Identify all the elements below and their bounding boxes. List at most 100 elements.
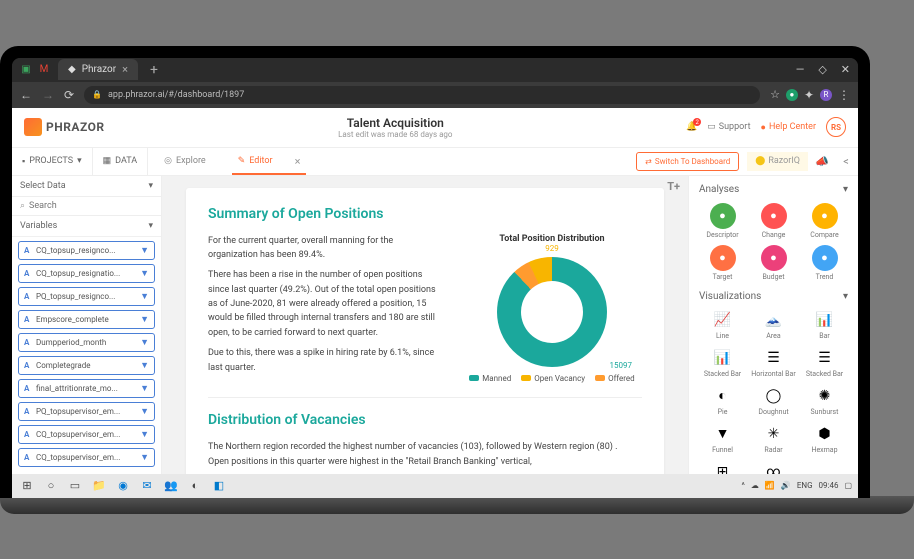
back-icon[interactable]: ←: [20, 88, 32, 102]
variables-header[interactable]: Variables▾: [12, 216, 161, 237]
variable-item[interactable]: ADumpperiod_month▼: [18, 333, 155, 352]
notifications-icon[interactable]: ▢: [844, 481, 852, 490]
filter-icon[interactable]: ▼: [140, 429, 149, 440]
viz-item[interactable]: ✳Radar: [750, 424, 797, 454]
viz-item[interactable]: ☰Stacked Bar: [801, 348, 848, 378]
language-indicator[interactable]: ENG: [797, 481, 813, 490]
tab-favicon: ◆: [68, 64, 76, 75]
task-view-icon[interactable]: ▭: [66, 477, 84, 495]
viz-item[interactable]: ▼Funnel: [699, 424, 746, 454]
razoriq-button[interactable]: ⬤ RazorIQ: [747, 152, 808, 171]
analysis-item[interactable]: ●Compare: [801, 203, 848, 239]
visualizations-header[interactable]: Visualizations▾: [699, 291, 848, 302]
extensions-icon[interactable]: ✦: [804, 88, 814, 102]
variable-item[interactable]: Afinal_attritionrate_mo...▼: [18, 379, 155, 398]
viz-item[interactable]: ⊞Table: [699, 462, 746, 474]
viz-item[interactable]: ☰Horizontal Bar: [750, 348, 797, 378]
announce-icon[interactable]: 📣: [810, 148, 834, 175]
avatar[interactable]: RS: [826, 117, 846, 137]
viz-icon: ◐: [711, 386, 735, 406]
analysis-item[interactable]: ●Change: [750, 203, 797, 239]
variable-item[interactable]: AEmpscore_complete▼: [18, 310, 155, 329]
help-center-link[interactable]: ● Help Center: [761, 122, 816, 133]
filter-icon[interactable]: ▼: [140, 383, 149, 394]
variable-item[interactable]: APQ_topsupervisor_em...▼: [18, 402, 155, 421]
viz-item[interactable]: 📈Line: [699, 310, 746, 340]
viz-item[interactable]: 📊Stacked Bar: [699, 348, 746, 378]
filter-icon[interactable]: ▼: [140, 360, 149, 371]
projects-menu[interactable]: ▪ PROJECTS ▾: [12, 148, 93, 175]
volume-icon[interactable]: 🔊: [781, 481, 791, 490]
viz-label: Stacked Bar: [806, 370, 843, 378]
variable-item[interactable]: APQ_topsup_resignco...▼: [18, 287, 155, 306]
left-panel: Select Data▾ ⌕ Variables▾ ACQ_topsup_res…: [12, 176, 162, 474]
url-input[interactable]: 🔒 app.phrazor.ai/#/dashboard/1897: [84, 86, 760, 104]
cloud-icon[interactable]: ☁: [751, 481, 759, 490]
analysis-icon: ●: [710, 203, 736, 229]
var-name: Empscore_complete: [36, 315, 136, 324]
forward-icon[interactable]: →: [42, 88, 54, 102]
explorer-icon[interactable]: 📁: [90, 477, 108, 495]
analysis-item[interactable]: ●Trend: [801, 245, 848, 281]
browser-tab[interactable]: ◆ Phrazor ×: [58, 59, 138, 80]
tab-editor[interactable]: ✎ Editor×: [222, 148, 317, 175]
profile-badge[interactable]: R: [820, 89, 832, 101]
filter-icon[interactable]: ▼: [140, 452, 149, 463]
variable-item[interactable]: ACQ_topsup_resignatio...▼: [18, 264, 155, 283]
tab-explore[interactable]: ◎ Explore: [148, 148, 222, 175]
search-taskbar-icon[interactable]: ○: [42, 477, 60, 495]
filter-icon[interactable]: ▼: [140, 406, 149, 417]
maximize-icon[interactable]: ◇: [818, 63, 826, 76]
filter-icon[interactable]: ▼: [140, 337, 149, 348]
viz-item[interactable]: ◯Doughnut: [750, 386, 797, 416]
share-icon[interactable]: <: [834, 148, 858, 175]
data-menu[interactable]: ▦ DATA: [93, 148, 149, 175]
analysis-item[interactable]: ●Budget: [750, 245, 797, 281]
variable-item[interactable]: ACompletegrade▼: [18, 356, 155, 375]
viz-item[interactable]: 📊Bar: [801, 310, 848, 340]
chrome-icon[interactable]: ◐: [186, 477, 204, 495]
analyses-header[interactable]: Analyses▾: [699, 184, 848, 195]
analysis-icon: ●: [761, 203, 787, 229]
variable-item[interactable]: ACQ_topsupervisor_em...▼: [18, 425, 155, 444]
teams-icon[interactable]: 👥: [162, 477, 180, 495]
viz-item[interactable]: ◐Pie: [699, 386, 746, 416]
analysis-item[interactable]: ●Target: [699, 245, 746, 281]
tray-chevron-icon[interactable]: ^: [742, 481, 745, 490]
close-window-icon[interactable]: ✕: [841, 63, 850, 76]
menu-icon[interactable]: ⋮: [838, 88, 850, 102]
filter-icon[interactable]: ▼: [140, 245, 149, 256]
filter-icon[interactable]: ▼: [140, 291, 149, 302]
filter-icon[interactable]: ▼: [140, 314, 149, 325]
outlook-icon[interactable]: ✉: [138, 477, 156, 495]
start-icon[interactable]: ⊞: [18, 477, 36, 495]
clock[interactable]: 09:46: [819, 481, 839, 490]
edge-icon[interactable]: ◉: [114, 477, 132, 495]
vscode-icon[interactable]: ◧: [210, 477, 228, 495]
star-icon[interactable]: ☆: [770, 88, 780, 101]
text-format-icon[interactable]: T+: [667, 180, 680, 193]
minimize-icon[interactable]: —: [796, 63, 805, 76]
viz-item[interactable]: ∞Text Block: [750, 462, 797, 474]
select-data-dropdown[interactable]: Select Data▾: [12, 176, 161, 197]
variable-item[interactable]: ACQ_topsup_resignco...▼: [18, 241, 155, 260]
viz-item[interactable]: ⬢Hexmap: [801, 424, 848, 454]
close-tab-icon[interactable]: ×: [295, 155, 301, 168]
logo[interactable]: PHRAZOR: [24, 118, 105, 136]
viz-item[interactable]: 🗻Area: [750, 310, 797, 340]
analysis-item[interactable]: ● Descriptor: [699, 203, 746, 239]
var-name: CQ_topsup_resignco...: [36, 246, 136, 255]
switch-to-dashboard-button[interactable]: ⇄ Switch To Dashboard: [636, 152, 739, 171]
reload-icon[interactable]: ⟳: [64, 88, 74, 102]
bell-icon[interactable]: 🔔2: [686, 122, 697, 132]
variable-item[interactable]: ACQ_topsupervisor_em...▼: [18, 448, 155, 467]
new-tab-button[interactable]: +: [150, 62, 158, 78]
filter-icon[interactable]: ▼: [140, 268, 149, 279]
extension-icon[interactable]: ●: [786, 89, 798, 101]
analysis-label: Descriptor: [706, 231, 738, 239]
viz-item[interactable]: ✺Sunburst: [801, 386, 848, 416]
search-input[interactable]: [29, 201, 153, 211]
close-icon[interactable]: ×: [122, 63, 128, 76]
support-link[interactable]: ▭ Support: [707, 122, 750, 132]
wifi-icon[interactable]: 📶: [765, 481, 775, 490]
